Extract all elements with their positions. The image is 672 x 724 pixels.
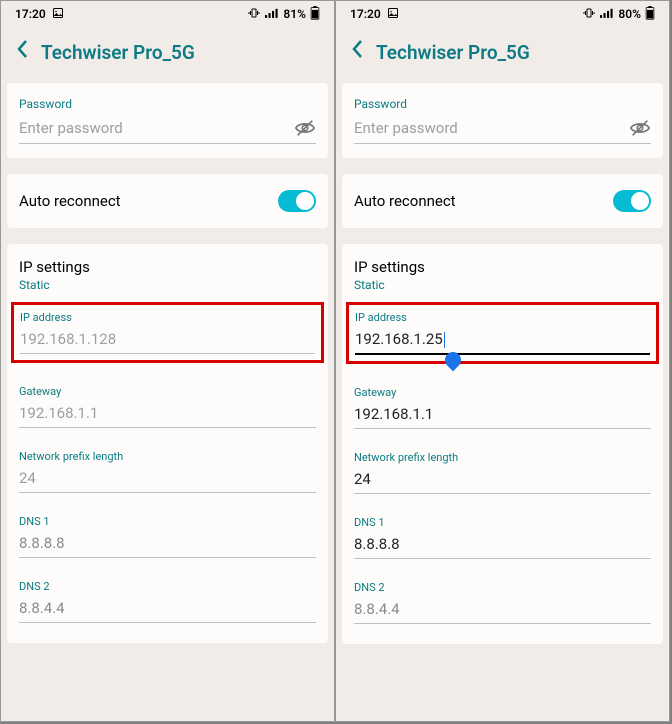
prefix-input[interactable]: 24: [354, 470, 651, 494]
dns2-input[interactable]: 8.8.4.4: [354, 600, 651, 624]
ip-settings-mode[interactable]: Static: [354, 278, 651, 292]
auto-reconnect-label: Auto reconnect: [19, 192, 121, 210]
dns1-input[interactable]: 8.8.8.8: [19, 534, 316, 558]
dns1-label: DNS 1: [354, 516, 651, 529]
gateway-field: Gateway 192.168.1.1: [19, 385, 316, 428]
back-icon[interactable]: [350, 39, 364, 65]
auto-reconnect-row: Auto reconnect: [7, 174, 328, 228]
password-label: Password: [354, 97, 651, 111]
ip-address-field: IP address 192.168.1.25: [346, 302, 659, 364]
header: Techwiser Pro_5G: [1, 27, 334, 83]
password-section: Password Enter password: [7, 83, 328, 158]
gateway-input[interactable]: 192.168.1.1: [354, 405, 651, 429]
auto-reconnect-label: Auto reconnect: [354, 192, 456, 210]
password-label: Password: [19, 97, 316, 111]
ip-address-label: IP address: [355, 311, 650, 324]
gateway-input[interactable]: 192.168.1.1: [19, 404, 316, 428]
ip-address-input[interactable]: 192.168.1.128: [20, 330, 315, 354]
battery-text: 81%: [283, 7, 306, 21]
prefix-label: Network prefix length: [19, 450, 316, 463]
status-bar: 17:20 81%: [1, 1, 334, 27]
ip-settings-section: IP settings Static IP address 192.168.1.…: [342, 244, 663, 644]
cursor-handle-icon[interactable]: [442, 349, 465, 372]
password-section: Password Enter password: [342, 83, 663, 158]
signal-icon: [600, 7, 614, 22]
phone-screen-left: 17:20 81% Techwiser Pro_5G Password E: [0, 0, 335, 722]
gateway-label: Gateway: [354, 386, 651, 399]
password-input[interactable]: Enter password: [354, 119, 629, 137]
ip-settings-heading: IP settings: [19, 258, 316, 276]
gateway-field: Gateway 192.168.1.1: [354, 386, 651, 429]
battery-icon: [645, 6, 655, 23]
text-cursor-icon: [444, 332, 445, 348]
page-title: Techwiser Pro_5G: [41, 41, 195, 64]
ip-settings-section: IP settings Static IP address 192.168.1.…: [7, 244, 328, 643]
visibility-off-icon[interactable]: [629, 117, 651, 139]
prefix-field: Network prefix length 24: [19, 450, 316, 493]
dns2-label: DNS 2: [19, 580, 316, 593]
dns1-input[interactable]: 8.8.8.8: [354, 535, 651, 559]
auto-reconnect-row: Auto reconnect: [342, 174, 663, 228]
vibrate-icon: [247, 7, 261, 22]
ip-settings-mode[interactable]: Static: [19, 278, 316, 292]
signal-icon: [265, 7, 279, 22]
dns2-field: DNS 2 8.8.4.4: [354, 581, 651, 624]
dns1-label: DNS 1: [19, 515, 316, 528]
ip-settings-heading: IP settings: [354, 258, 651, 276]
dns2-input[interactable]: 8.8.4.4: [19, 599, 316, 623]
visibility-off-icon[interactable]: [294, 117, 316, 139]
phone-screen-right: 17:20 80% Techwiser Pro_5G Password E: [335, 0, 670, 722]
ip-address-label: IP address: [20, 311, 315, 324]
status-time: 17:20: [350, 7, 381, 21]
header: Techwiser Pro_5G: [336, 27, 669, 83]
back-icon[interactable]: [15, 39, 29, 65]
status-time: 17:20: [15, 7, 46, 21]
auto-reconnect-toggle[interactable]: [278, 190, 316, 212]
ip-address-field: IP address 192.168.1.128: [11, 302, 324, 363]
status-bar: 17:20 80%: [336, 1, 669, 27]
battery-icon: [310, 6, 320, 23]
ip-address-value: 192.168.1.25: [355, 330, 443, 348]
image-icon: [52, 7, 64, 22]
prefix-label: Network prefix length: [354, 451, 651, 464]
vibrate-icon: [582, 7, 596, 22]
image-icon: [387, 7, 399, 22]
battery-text: 80%: [618, 7, 641, 21]
password-input[interactable]: Enter password: [19, 119, 294, 137]
dns1-field: DNS 1 8.8.8.8: [354, 516, 651, 559]
prefix-field: Network prefix length 24: [354, 451, 651, 494]
ip-address-input[interactable]: 192.168.1.25: [355, 330, 650, 355]
dns2-label: DNS 2: [354, 581, 651, 594]
dns1-field: DNS 1 8.8.8.8: [19, 515, 316, 558]
dns2-field: DNS 2 8.8.4.4: [19, 580, 316, 623]
prefix-input[interactable]: 24: [19, 469, 316, 493]
gateway-label: Gateway: [19, 385, 316, 398]
auto-reconnect-toggle[interactable]: [613, 190, 651, 212]
page-title: Techwiser Pro_5G: [376, 41, 530, 64]
